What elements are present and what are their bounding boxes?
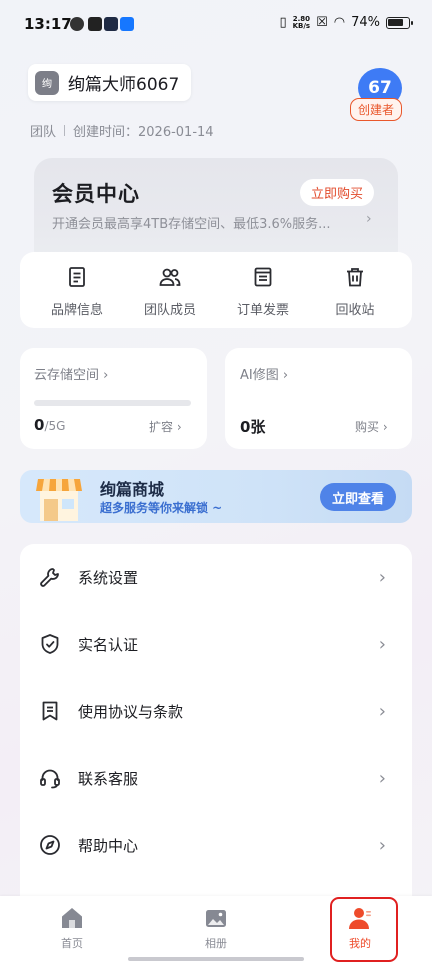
menu-item-help-center[interactable]: 帮助中心 › bbox=[20, 812, 412, 878]
network-rate: 2.80 KB/s bbox=[292, 15, 311, 30]
storage-usage: 0/5G bbox=[34, 416, 65, 434]
mall-subtitle: 超多服务等你来解锁 ~ bbox=[100, 501, 223, 515]
tab-highlight-box bbox=[330, 897, 398, 962]
menu-label: 使用协议与条款 bbox=[78, 702, 184, 721]
document-icon bbox=[69, 267, 85, 287]
function-label: 订单发票 bbox=[236, 303, 289, 318]
member-center-subtitle: 开通会员最高享4TB存储空间、最低3.6%服务... bbox=[52, 217, 331, 232]
expand-storage-link[interactable]: 扩容 › bbox=[149, 418, 182, 435]
recycle-bin-button[interactable]: 回收站 bbox=[306, 265, 404, 318]
chevron-right-icon: › bbox=[378, 633, 386, 655]
ai-retouch-title[interactable]: AI修图 › bbox=[240, 364, 288, 383]
order-invoice-button[interactable]: 订单发票 bbox=[214, 265, 312, 318]
wifi-icon: ◠ bbox=[333, 15, 346, 30]
chevron-right-icon: › bbox=[378, 767, 386, 789]
status-time: 13:17 bbox=[24, 15, 72, 33]
battery-icon bbox=[386, 16, 413, 29]
menu-label: 联系客服 bbox=[78, 769, 139, 788]
trash-icon bbox=[347, 268, 363, 287]
member-center-title: 会员中心 bbox=[52, 182, 140, 206]
team-name: 绚篇大师6067 bbox=[68, 75, 180, 95]
brand-info-button[interactable]: 品牌信息 bbox=[28, 265, 126, 318]
menu-item-customer-service[interactable]: 联系客服 › bbox=[20, 745, 412, 811]
storage-progress-bar bbox=[34, 400, 191, 406]
view-now-button[interactable]: 立即查看 bbox=[320, 483, 397, 511]
status-bar: 13:17 ▯ 2.80 KB/s ☒ ◠ 74% bbox=[0, 0, 432, 52]
mall-title: 绚篇商城 bbox=[100, 480, 165, 499]
function-label: 团队成员 bbox=[143, 303, 196, 318]
menu-item-terms[interactable]: 使用协议与条款 › bbox=[20, 678, 412, 744]
sim-icon: ☒ bbox=[316, 15, 328, 30]
team-type: 团队 bbox=[30, 125, 57, 140]
ai-retouch-count: 0张 bbox=[240, 418, 266, 436]
role-badge: 创建者 bbox=[350, 98, 403, 121]
vibrate-icon: ▯ bbox=[279, 15, 287, 30]
team-members-button[interactable]: 团队成员 bbox=[121, 265, 219, 318]
menu-label: 系统设置 bbox=[78, 568, 139, 587]
menu-item-system-settings[interactable]: 系统设置 › bbox=[20, 544, 412, 610]
team-avatar: 绚 bbox=[35, 70, 59, 95]
compass-icon bbox=[40, 835, 60, 855]
chevron-right-icon: › bbox=[378, 834, 386, 856]
status-right: ▯ 2.80 KB/s ☒ ◠ 74% bbox=[279, 15, 413, 30]
group-icon bbox=[159, 268, 181, 286]
headset-icon bbox=[40, 769, 60, 789]
meta-divider bbox=[64, 125, 66, 136]
chevron-right-icon: › bbox=[366, 211, 372, 227]
tab-home[interactable]: 首页 bbox=[32, 905, 112, 951]
invoice-icon bbox=[254, 267, 272, 287]
cloud-storage-title[interactable]: 云存储空间 › bbox=[34, 364, 108, 383]
bookmark-icon bbox=[42, 701, 58, 721]
menu-label: 实名认证 bbox=[78, 635, 139, 654]
shop-icon bbox=[36, 479, 82, 521]
chevron-right-icon: › bbox=[378, 566, 386, 588]
buy-now-button[interactable]: 立即购买 bbox=[300, 179, 375, 206]
home-indicator[interactable] bbox=[128, 957, 304, 961]
buy-retouch-link[interactable]: 购买 › bbox=[355, 418, 388, 435]
battery-percent: 74% bbox=[351, 15, 380, 30]
storage-total: /5G bbox=[44, 419, 66, 433]
app-notification-icon bbox=[70, 17, 84, 31]
storage-used: 0 bbox=[34, 416, 45, 434]
team-meta: 团队 创建时间：2026-01-14 bbox=[30, 121, 214, 140]
wrench-icon bbox=[40, 568, 59, 587]
shield-icon bbox=[41, 634, 59, 654]
tab-album[interactable]: 相册 bbox=[176, 905, 256, 951]
created-time: 创建时间：2026-01-14 bbox=[73, 125, 214, 140]
menu-label: 帮助中心 bbox=[78, 836, 139, 855]
chevron-right-icon: › bbox=[378, 700, 386, 722]
menu-item-real-name[interactable]: 实名认证 › bbox=[20, 611, 412, 677]
tab-label: 相册 bbox=[205, 937, 227, 950]
network-rate-unit: KB/s bbox=[292, 21, 311, 30]
function-label: 回收站 bbox=[335, 303, 375, 318]
mail-notification-icon bbox=[88, 17, 102, 31]
home-icon bbox=[62, 908, 82, 928]
alipay-notification-icon bbox=[120, 17, 134, 31]
tab-label: 首页 bbox=[61, 937, 83, 950]
play-notification-icon bbox=[104, 17, 118, 31]
team-switcher[interactable]: 绚 绚篇大师6067 bbox=[28, 64, 192, 101]
function-label: 品牌信息 bbox=[50, 303, 103, 318]
album-icon bbox=[206, 910, 226, 927]
